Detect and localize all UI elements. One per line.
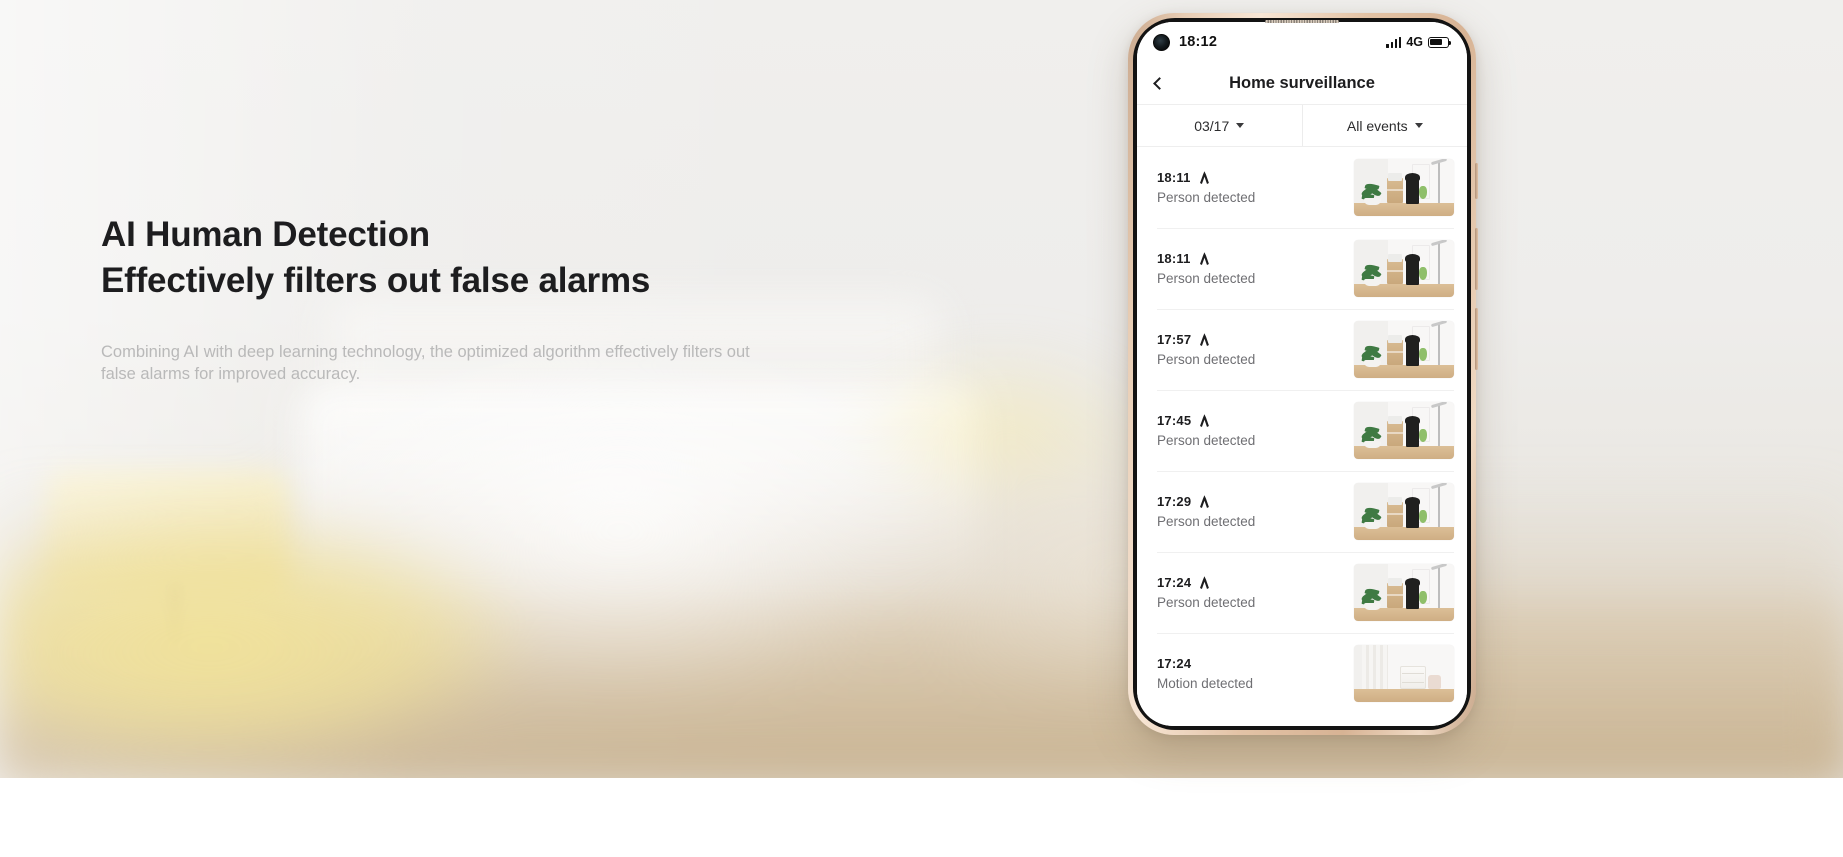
background-couch [300,385,980,615]
event-label: Motion detected [1157,676,1254,691]
event-time: 18:11 [1157,170,1191,185]
filter-date-label: 03/17 [1194,117,1230,134]
app-title: Home surveillance [1229,73,1375,92]
list-item[interactable]: 18:11 Person detected [1137,147,1467,228]
status-bar: 18:12 4G [1137,22,1467,62]
phone-earpiece-speaker [1265,20,1339,23]
phone-mockup: 18:12 4G Home surveillance 03/17 All eve… [1128,13,1478,735]
event-thumbnail[interactable] [1354,564,1454,621]
event-thumbnail[interactable] [1354,159,1454,216]
headline-line-1: AI Human Detection [101,215,430,254]
chevron-down-icon [1414,123,1423,128]
page-root: AI Human Detection Effectively filters o… [0,0,1843,857]
person-walking-icon [1199,170,1209,184]
event-time: 17:45 [1157,413,1192,428]
filter-bar: 03/17 All events [1137,104,1467,147]
event-thumbnail[interactable] [1354,402,1454,459]
list-item[interactable]: 17:57 Person detected [1137,309,1467,390]
back-button[interactable] [1137,76,1181,90]
event-text: 17:57 Person detected [1157,332,1255,367]
event-time-line: 18:11 [1157,170,1255,185]
list-item[interactable]: 18:11 Person detected [1137,228,1467,309]
event-label: Person detected [1157,271,1256,286]
event-time-line: 17:45 [1157,413,1255,428]
event-thumbnail[interactable] [1354,321,1454,378]
event-label: Person detected [1157,190,1256,205]
headline-line-2: Effectively filters out false alarms [101,261,651,300]
page-title: AI Human Detection Effectively filters o… [101,212,861,304]
status-bar-right: 4G [1386,35,1452,49]
background-stool [45,470,290,595]
event-time: 17:24 [1157,575,1192,590]
background-vignette [0,0,1843,778]
event-time-line: 17:29 [1157,494,1255,509]
event-time: 18:11 [1157,251,1191,266]
phone-side-button-volume-down[interactable] [1475,308,1478,370]
person-walking-icon [1200,575,1210,589]
event-thumbnail[interactable] [1354,240,1454,297]
event-label: Person detected [1157,433,1256,448]
phone-side-button-power[interactable] [1475,163,1478,199]
person-walking-icon [1200,413,1210,427]
phone-side-button-volume-up[interactable] [1475,228,1478,290]
event-text: 17:24 Motion detected [1157,656,1253,691]
filter-event-type-label: All events [1346,117,1408,134]
event-label: Person detected [1157,352,1256,367]
front-camera-icon [1153,33,1170,51]
hero-copy: AI Human Detection Effectively filters o… [101,212,861,385]
bottom-white-band [0,778,1843,857]
background-floor [0,600,1843,778]
event-list[interactable]: 18:11 Person detected 18:11 Person detec… [1137,147,1467,726]
event-text: 18:11 Person detected [1157,251,1255,286]
phone-screen: 18:12 4G Home surveillance 03/17 All eve… [1137,22,1467,726]
event-text: 17:24 Person detected [1157,575,1255,610]
event-time-line: 17:24 [1157,575,1255,590]
event-time-line: 17:24 [1157,656,1253,671]
event-time: 17:29 [1157,494,1192,509]
event-text: 17:45 Person detected [1157,413,1255,448]
filter-event-type[interactable]: All events [1301,105,1468,146]
hero-subcopy: Combining AI with deep learning technolo… [101,343,750,383]
list-item[interactable]: 17:45 Person detected [1137,390,1467,471]
person-walking-icon [1200,494,1210,508]
chevron-left-icon [1152,76,1166,90]
event-label: Person detected [1157,514,1256,529]
filter-date[interactable]: 03/17 [1137,105,1302,146]
status-bar-left: 18:12 [1153,33,1218,51]
event-text: 17:29 Person detected [1157,494,1255,529]
background-stool-leg [170,585,180,645]
background-photo [0,0,1843,778]
event-thumbnail[interactable] [1354,483,1454,540]
list-item[interactable]: 17:24 Person detected [1137,552,1467,633]
list-item[interactable]: 17:29 Person detected [1137,471,1467,552]
person-walking-icon [1199,251,1209,265]
network-type-label: 4G [1406,35,1423,49]
event-time-line: 18:11 [1157,251,1255,266]
person-walking-icon [1200,332,1210,346]
event-text: 18:11 Person detected [1157,170,1255,205]
event-time-line: 17:57 [1157,332,1255,347]
event-time: 17:57 [1157,332,1192,347]
signal-strength-icon [1386,36,1402,48]
event-time: 17:24 [1157,656,1192,671]
chevron-down-icon [1236,123,1245,128]
event-label: Person detected [1157,595,1256,610]
status-bar-time: 18:12 [1179,34,1218,50]
list-item[interactable]: 17:24 Motion detected [1137,633,1467,714]
event-thumbnail[interactable] [1354,645,1454,702]
battery-icon [1428,36,1452,48]
app-header: Home surveillance [1137,62,1467,104]
